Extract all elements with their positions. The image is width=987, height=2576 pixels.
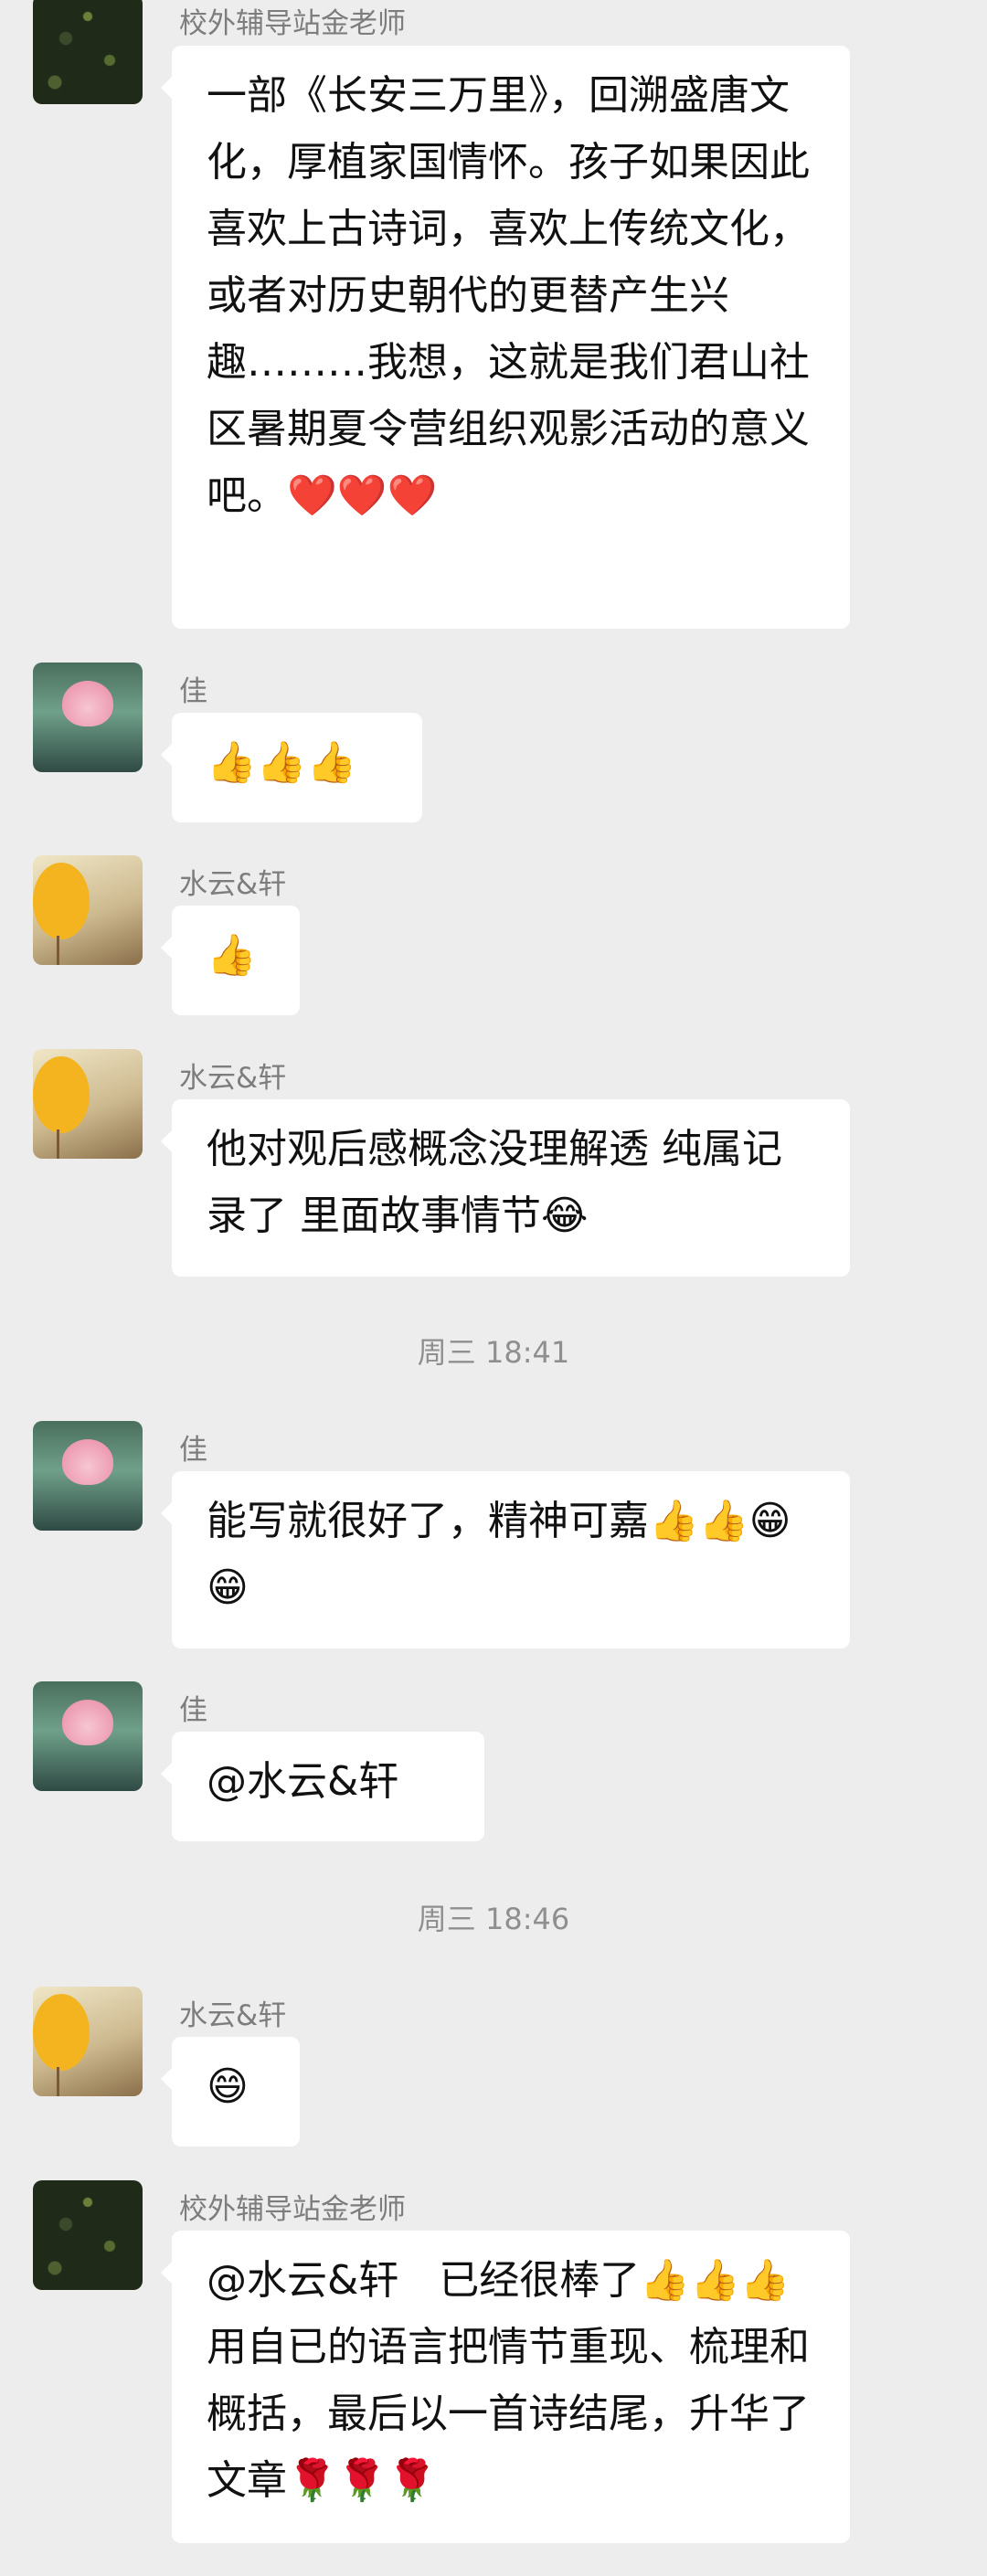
sender-name: 水云&轩 xyxy=(179,1999,287,2032)
message-bubble[interactable]: @水云&轩 xyxy=(161,1732,484,1841)
message-bubble[interactable]: 😄 xyxy=(161,2037,300,2147)
avatar[interactable] xyxy=(33,855,143,965)
message-bubble[interactable]: 一部《长安三万里》，回溯盛唐文化，厚植家国情怀。孩子如果因此喜欢上古诗词，喜欢上… xyxy=(161,46,850,629)
sender-name: 水云&轩 xyxy=(179,868,287,901)
message-bubble[interactable]: @水云&轩 已经很棒了👍👍👍用自已的语言把情节重现、梳理和概括，最后以一首诗结尾… xyxy=(161,2231,850,2543)
sender-name: 佳 xyxy=(179,675,207,708)
avatar[interactable] xyxy=(33,663,143,772)
message-bubble[interactable]: 能写就很好了，精神可嘉👍👍😁😁 xyxy=(161,1471,850,1648)
sender-name: 佳 xyxy=(179,1694,207,1727)
sender-name: 校外辅导站金老师 xyxy=(179,7,406,40)
avatar[interactable] xyxy=(33,1049,143,1159)
avatar[interactable] xyxy=(33,1421,143,1531)
sender-name: 校外辅导站金老师 xyxy=(179,2193,406,2226)
sender-name: 佳 xyxy=(179,1434,207,1467)
message-bubble[interactable]: 👍 xyxy=(161,906,300,1015)
sender-name: 水云&轩 xyxy=(179,1062,287,1095)
timestamp: 周三 18:46 xyxy=(417,1902,570,1936)
message-bubble[interactable]: 👍👍👍 xyxy=(161,713,422,822)
timestamp: 周三 18:41 xyxy=(417,1335,570,1370)
avatar[interactable] xyxy=(33,1987,143,2096)
avatar[interactable] xyxy=(33,1681,143,1791)
message-bubble[interactable]: 他对观后感概念没理解透 纯属记录了 里面故事情节😂 xyxy=(161,1099,850,1277)
avatar[interactable] xyxy=(33,2180,143,2290)
avatar[interactable] xyxy=(33,0,143,104)
